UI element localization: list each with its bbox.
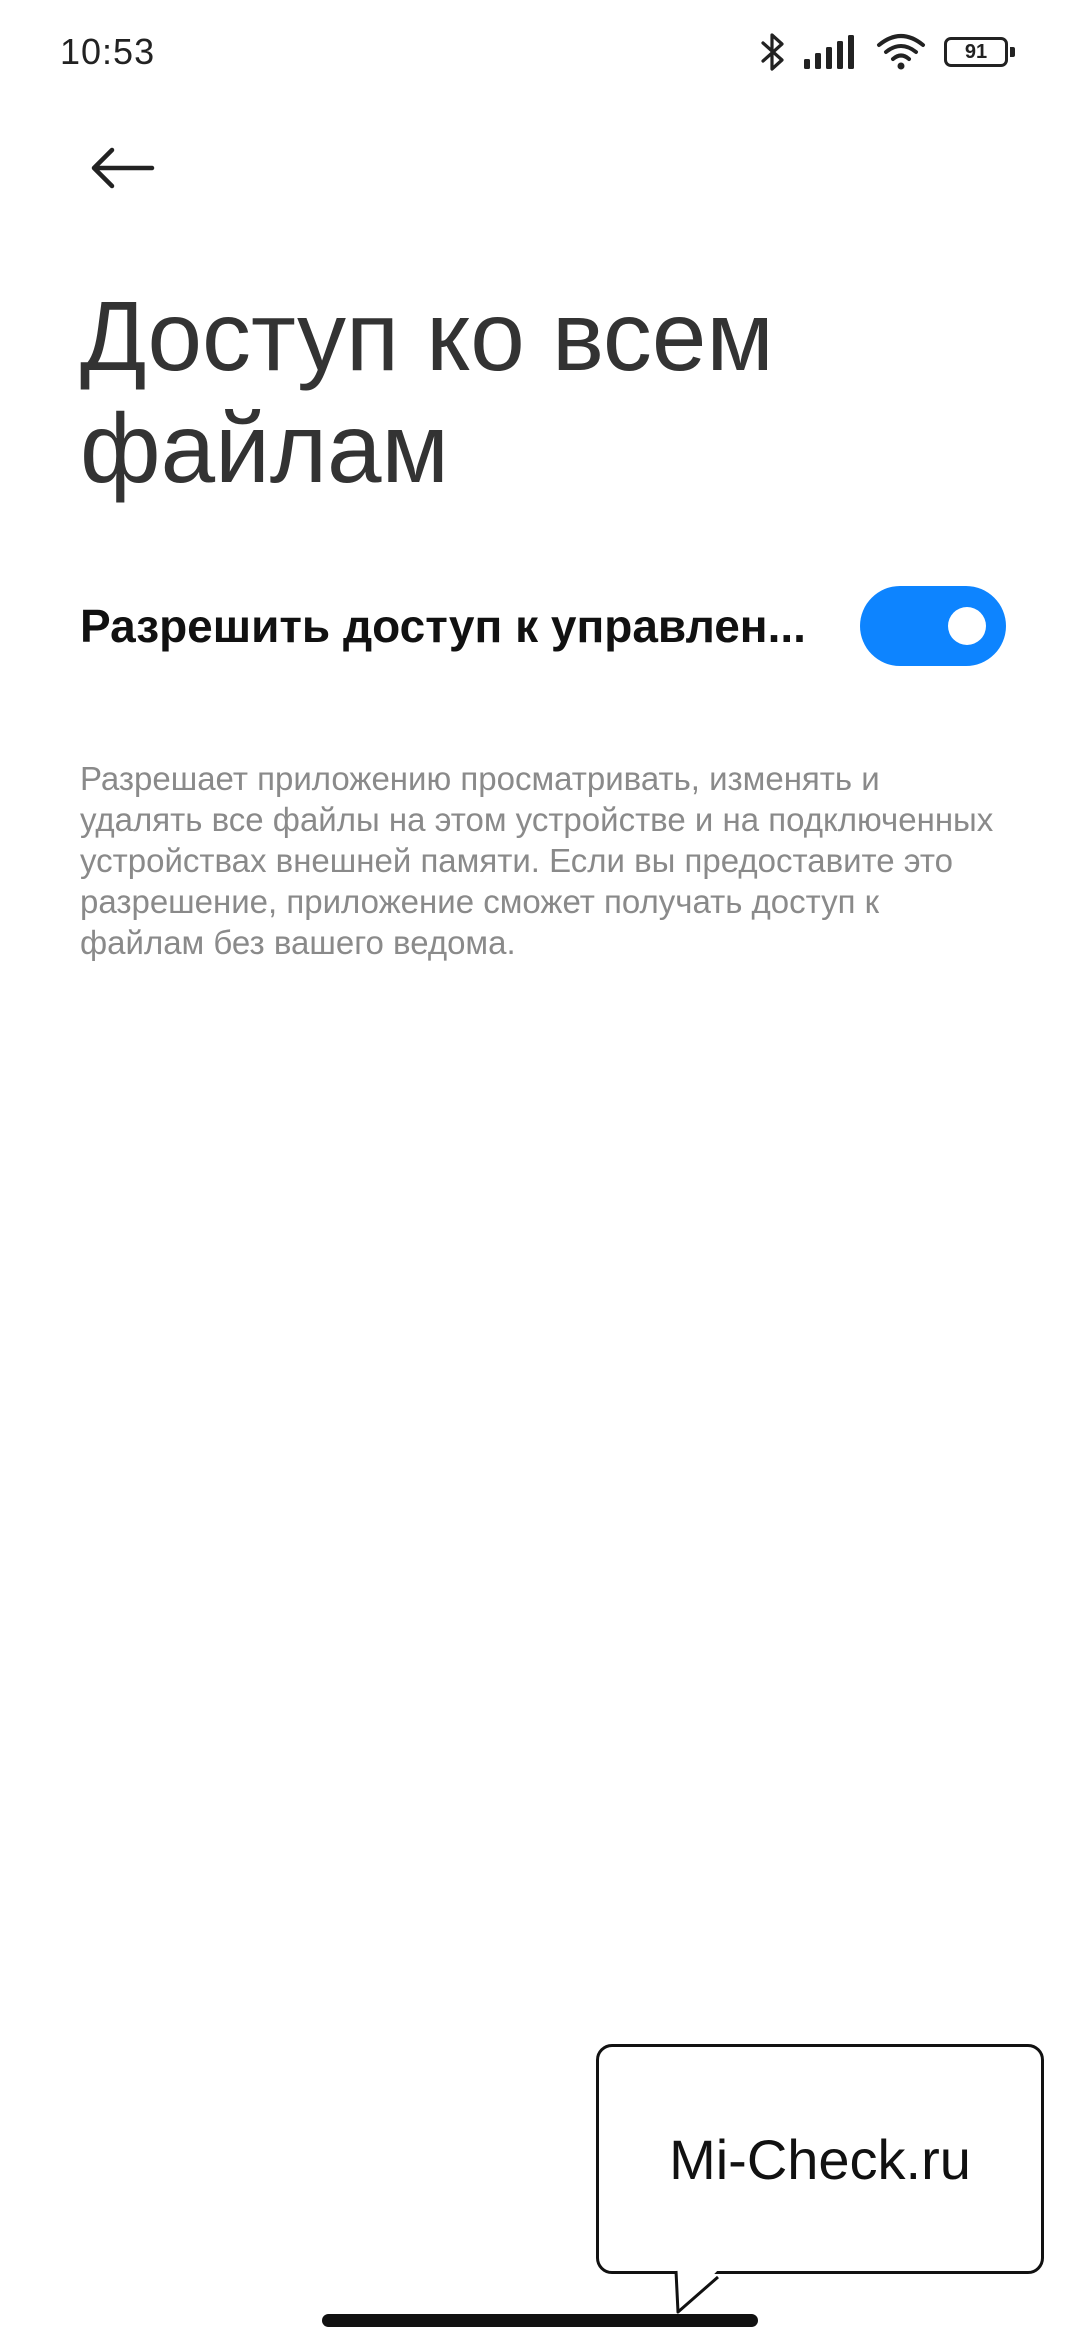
all-files-access-setting[interactable]: Разрешить доступ к управлен... [80, 582, 1006, 670]
status-time: 10:53 [60, 31, 156, 72]
arrow-left-icon [90, 146, 156, 195]
watermark-bubble-tail [674, 2268, 720, 2314]
setting-label: Разрешить доступ к управлен... [80, 600, 806, 652]
battery-icon: 91 [944, 37, 1016, 67]
signal-icon [804, 35, 858, 69]
page-title: Доступ ко всем файлам [80, 281, 774, 503]
bluetooth-icon [760, 33, 786, 71]
watermark-bubble: Mi-Check.ru [596, 2044, 1044, 2274]
status-icons: 91 [760, 28, 1016, 76]
back-button[interactable] [78, 132, 168, 208]
battery-level: 91 [964, 41, 988, 63]
wifi-icon [876, 33, 926, 71]
battery-body: 91 [944, 37, 1008, 67]
switch-knob [948, 607, 986, 645]
access-toggle-switch[interactable] [860, 586, 1006, 666]
battery-tip [1010, 47, 1015, 57]
home-indicator[interactable] [322, 2314, 758, 2327]
setting-description: Разрешает приложению просматривать, изме… [80, 760, 994, 961]
watermark-text: Mi-Check.ru [669, 2127, 971, 2191]
status-bar: 10:53 91 [0, 0, 1080, 104]
